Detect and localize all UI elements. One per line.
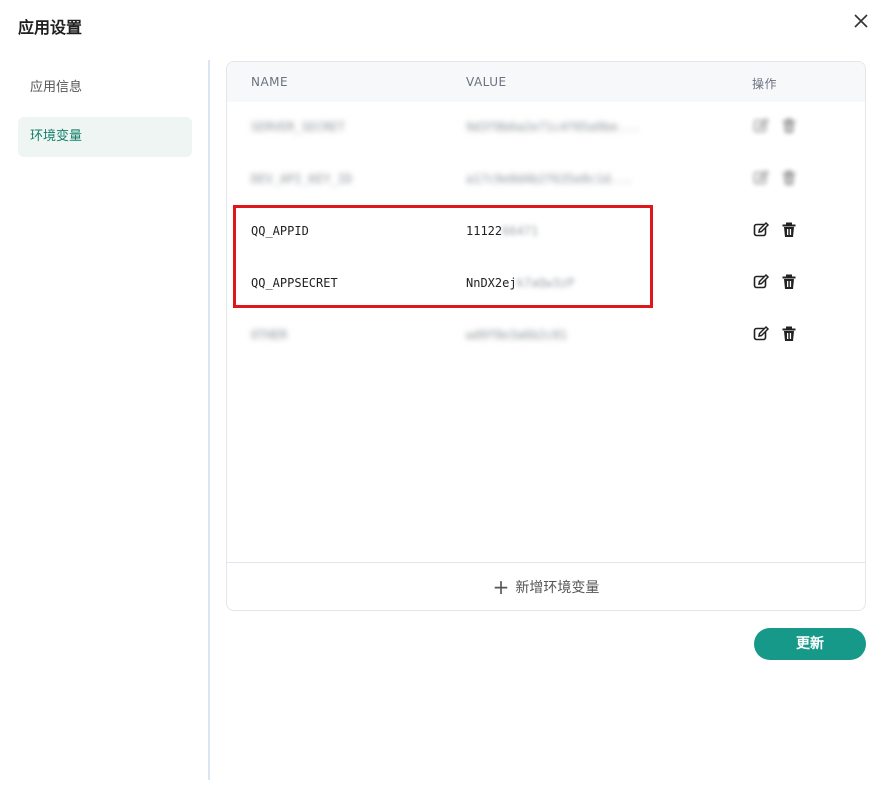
- table-header: NAME VALUE 操作: [227, 62, 865, 102]
- close-button[interactable]: [850, 10, 872, 32]
- update-button[interactable]: 更新: [754, 628, 866, 660]
- plus-icon: +: [492, 575, 510, 599]
- edit-icon: [753, 117, 770, 133]
- sidebar-divider: [208, 60, 210, 780]
- edit-icon: [753, 273, 770, 289]
- column-header-value: VALUE: [466, 75, 507, 89]
- table-row: QQ_APPSECRET NnDX2ejk7aQw3zP: [227, 258, 865, 310]
- edit-button[interactable]: [752, 117, 770, 135]
- edit-button[interactable]: [752, 169, 770, 187]
- env-value: wd9f8e3a6b2c01: [466, 328, 568, 342]
- column-header-name: NAME: [251, 75, 289, 89]
- trash-icon: [782, 222, 796, 237]
- trash-icon: [782, 326, 796, 341]
- env-name: OTHER: [251, 328, 288, 342]
- dialog-title: 应用设置: [18, 18, 83, 37]
- table-row: QQ_APPID 1112266471: [227, 206, 865, 258]
- delete-button[interactable]: [780, 273, 798, 291]
- delete-button[interactable]: [780, 117, 798, 135]
- env-value: 1112266471: [466, 224, 538, 238]
- env-value: a17c9e0d4b2f635e8c1d...: [466, 172, 633, 186]
- delete-button[interactable]: [780, 221, 798, 239]
- column-header-actions: 操作: [752, 77, 778, 91]
- env-name: DEV_API_KEY_ID: [251, 172, 353, 186]
- env-value-redacted: 66471: [502, 224, 539, 238]
- delete-button[interactable]: [780, 169, 798, 187]
- close-icon[interactable]: [850, 10, 872, 32]
- table-row: OTHER wd9f8e3a6b2c01: [227, 310, 865, 362]
- edit-icon: [753, 221, 770, 237]
- edit-button[interactable]: [752, 273, 770, 291]
- env-name: QQ_APPID: [251, 224, 309, 238]
- env-name: SERVER_SECRET: [251, 120, 345, 134]
- trash-icon: [782, 274, 796, 289]
- edit-button[interactable]: [752, 221, 770, 239]
- edit-icon: [753, 169, 770, 185]
- sidebar-item-app-info[interactable]: 应用信息: [18, 68, 192, 108]
- env-value-visible: NnDX2ej: [466, 276, 517, 290]
- env-value: 9d3f8b6a2e71c4f05a9be...: [466, 120, 640, 134]
- table-row: DEV_API_KEY_ID a17c9e0d4b2f635e8c1d...: [227, 154, 865, 206]
- edit-button[interactable]: [752, 325, 770, 343]
- env-name: QQ_APPSECRET: [251, 276, 338, 290]
- delete-button[interactable]: [780, 325, 798, 343]
- env-value: NnDX2ejk7aQw3zP: [466, 276, 574, 290]
- env-value-redacted: k7aQw3zP: [516, 276, 575, 290]
- trash-icon: [782, 170, 796, 185]
- add-env-var-label: 新增环境变量: [515, 580, 600, 596]
- env-value-visible: 11122: [466, 224, 503, 238]
- trash-icon: [782, 118, 796, 133]
- edit-icon: [753, 325, 770, 341]
- env-var-panel: NAME VALUE 操作 SERVER_SECRET 9d3f8b6a2e71…: [226, 61, 866, 611]
- sidebar-item-env-vars[interactable]: 环境变量: [18, 117, 192, 157]
- table-row: SERVER_SECRET 9d3f8b6a2e71c4f05a9be...: [227, 102, 865, 154]
- add-env-var-button[interactable]: + 新增环境变量: [227, 562, 865, 610]
